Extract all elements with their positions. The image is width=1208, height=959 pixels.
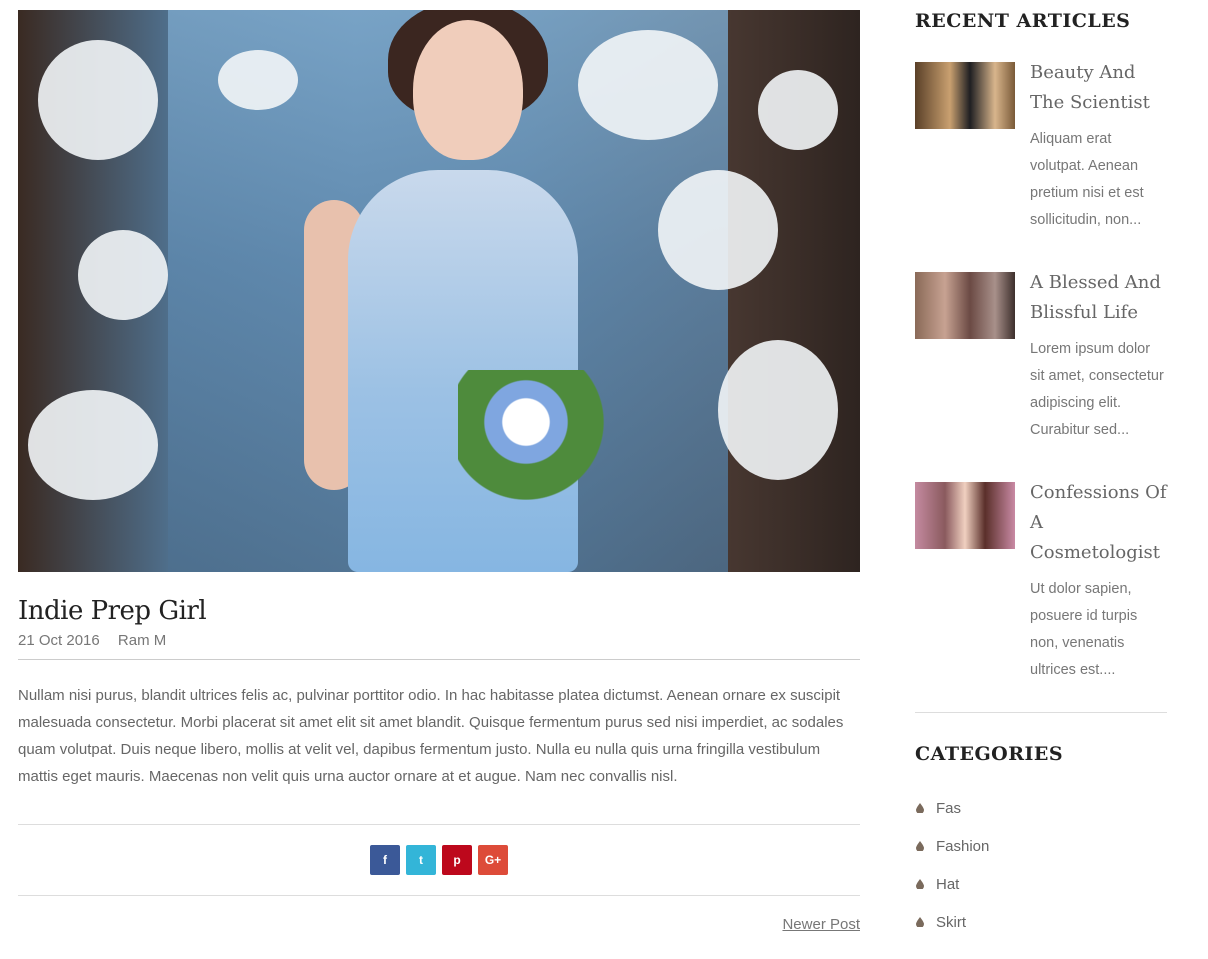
- category-label[interactable]: Fashion: [936, 838, 989, 855]
- share-buttons: f t p G+: [18, 824, 860, 896]
- category-label[interactable]: Hat: [936, 876, 959, 893]
- category-label[interactable]: Skirt: [936, 914, 966, 931]
- article-excerpt: Ut dolor sapien, posuere id turpis non, …: [1030, 581, 1138, 678]
- facebook-icon: f: [383, 853, 387, 867]
- article-thumbnail[interactable]: [915, 62, 1015, 129]
- recent-article[interactable]: A Blessed And Blissful Life Lorem ipsum …: [915, 268, 1167, 444]
- twitter-icon: t: [419, 853, 423, 867]
- article-thumbnail[interactable]: [915, 482, 1015, 549]
- drop-icon: [916, 917, 924, 927]
- post-title[interactable]: Indie Prep Girl: [18, 596, 860, 626]
- recent-articles-heading: RECENT ARTICLES: [915, 10, 1131, 32]
- category-item[interactable]: Hat: [915, 865, 1167, 903]
- article-excerpt: Aliquam erat volutpat. Aenean pretium ni…: [1030, 131, 1144, 228]
- category-label[interactable]: Fas: [936, 800, 961, 817]
- newer-post-link[interactable]: Newer Post: [782, 916, 860, 933]
- drop-icon: [916, 841, 924, 851]
- categories-list: Fas Fashion Hat Skirt: [915, 789, 1167, 941]
- featured-image: [18, 10, 860, 572]
- category-item[interactable]: Fashion: [915, 827, 1167, 865]
- post-author[interactable]: Ram M: [118, 632, 166, 649]
- twitter-share-button[interactable]: t: [406, 845, 436, 875]
- categories-heading: CATEGORIES: [915, 743, 1064, 765]
- article-thumbnail[interactable]: [915, 272, 1015, 339]
- post-date: 21 Oct 2016: [18, 632, 100, 649]
- recent-articles-list: Beauty And The Scientist Aliquam erat vo…: [915, 58, 1167, 684]
- post-navigation: Newer Post: [18, 916, 860, 933]
- drop-icon: [916, 803, 924, 813]
- pinterest-share-button[interactable]: p: [442, 845, 472, 875]
- sidebar: RECENT ARTICLES Beauty And The Scientist…: [915, 10, 1167, 941]
- google-plus-share-button[interactable]: G+: [478, 845, 508, 875]
- article-title[interactable]: Confessions Of A Cosmetologist: [1030, 478, 1167, 568]
- facebook-share-button[interactable]: f: [370, 845, 400, 875]
- pinterest-icon: p: [453, 853, 461, 867]
- recent-article[interactable]: Confessions Of A Cosmetologist Ut dolor …: [915, 478, 1167, 684]
- recent-article[interactable]: Beauty And The Scientist Aliquam erat vo…: [915, 58, 1167, 234]
- sidebar-divider: [915, 712, 1167, 713]
- article-excerpt: Lorem ipsum dolor sit amet, consectetur …: [1030, 341, 1164, 438]
- article-title[interactable]: Beauty And The Scientist: [1030, 58, 1167, 118]
- article-title[interactable]: A Blessed And Blissful Life: [1030, 268, 1167, 328]
- post-body: Nullam nisi purus, blandit ultrices feli…: [18, 687, 844, 785]
- main-content: Indie Prep Girl 21 Oct 2016 Ram M Nullam…: [18, 10, 860, 933]
- google-plus-icon: G+: [484, 853, 502, 867]
- category-item[interactable]: Fas: [915, 789, 1167, 827]
- drop-icon: [916, 879, 924, 889]
- post-meta: 21 Oct 2016 Ram M: [18, 632, 860, 660]
- category-item[interactable]: Skirt: [915, 903, 1167, 941]
